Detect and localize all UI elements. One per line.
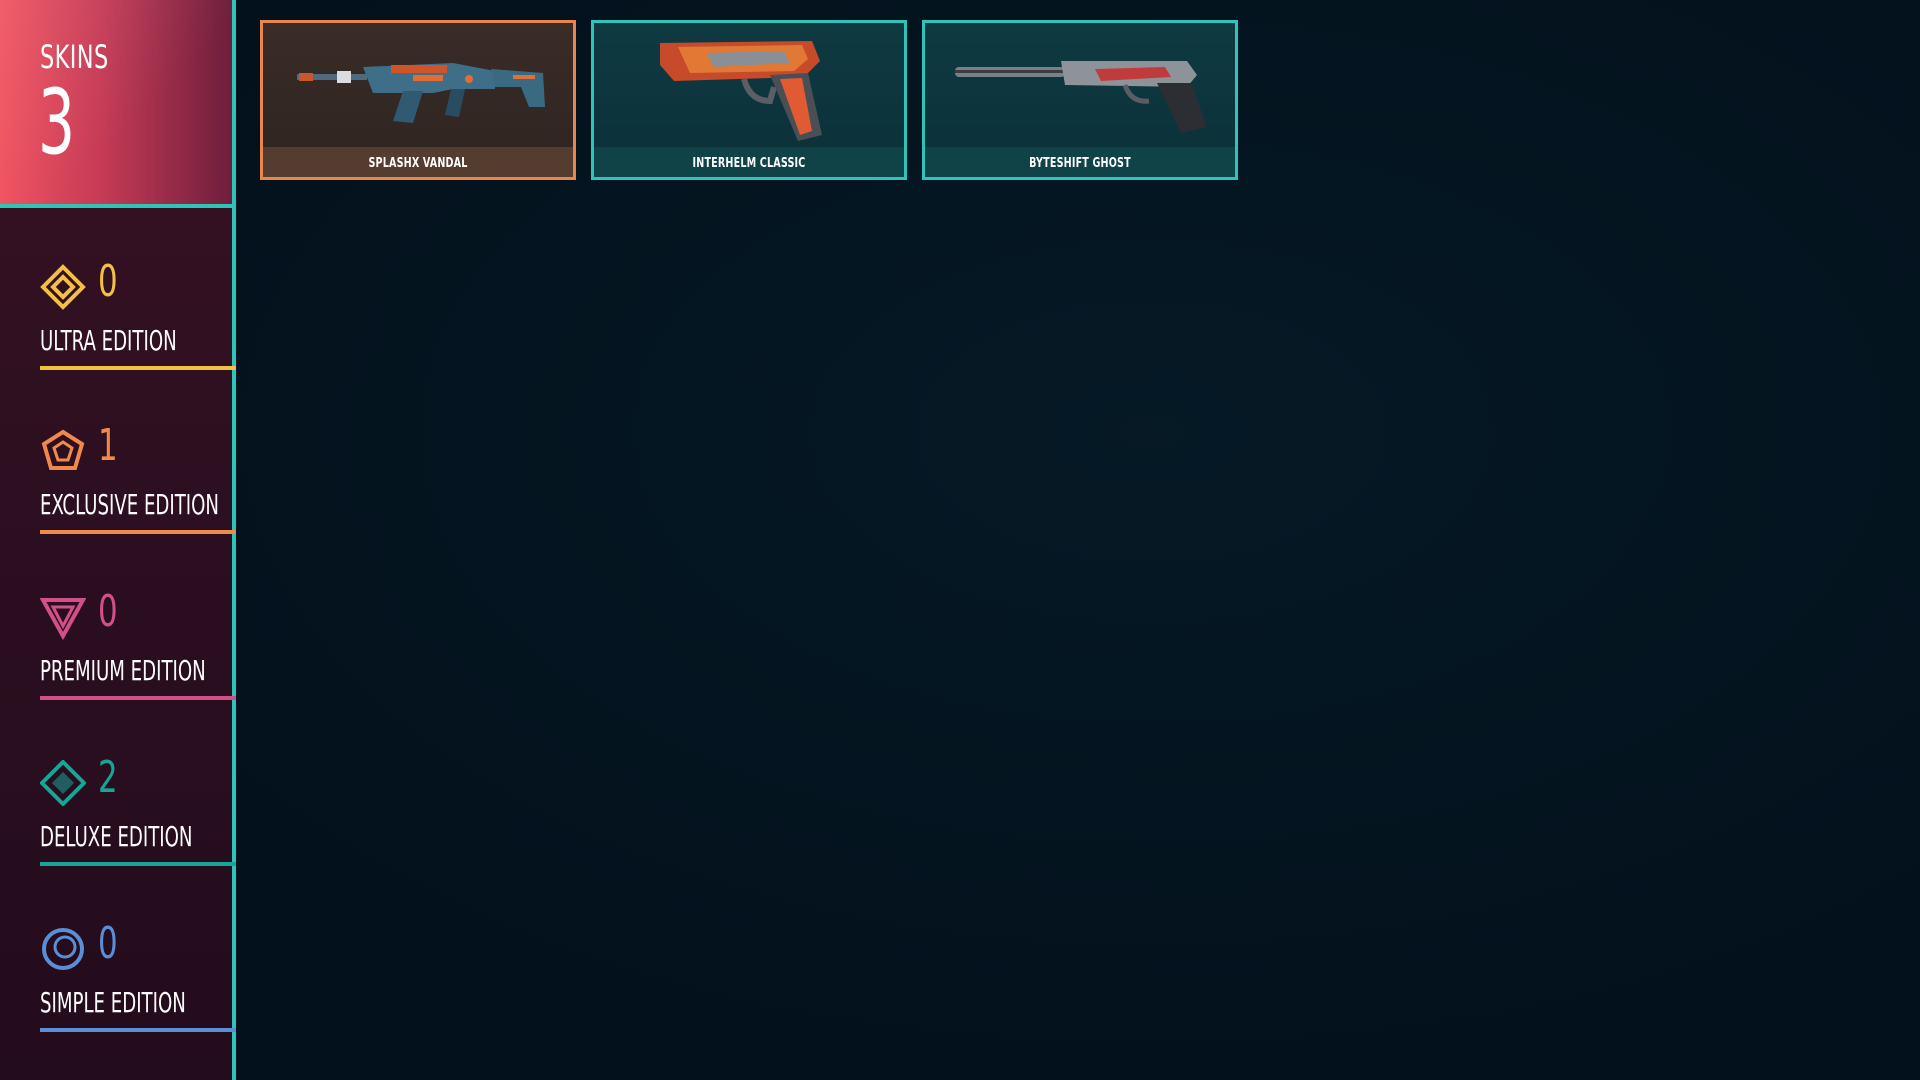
exclusive-edition-count: 1 [98, 420, 118, 471]
exclusive-edition-icon [41, 429, 85, 470]
skins-summary-header: SKINS 3 [0, 0, 232, 208]
simple-edition-label: SIMPLE EDITION [40, 986, 186, 1019]
skin-card-splashx-vandal[interactable]: SPLASHX VANDAL [260, 20, 576, 180]
premium-edition-filter[interactable]: 0 PREMIUM EDITION [40, 590, 236, 714]
ultra-edition-underline [40, 366, 236, 370]
skins-count: 3 [38, 70, 76, 175]
deluxe-edition-underline [40, 862, 236, 866]
exclusive-edition-label: EXCLUSIVE EDITION [40, 488, 219, 521]
ultra-edition-icon [40, 264, 86, 310]
vandal-rifle-icon [297, 63, 545, 123]
skin-card-interhelm-classic[interactable]: INTERHELM CLASSIC [591, 20, 907, 180]
skin-name: SPLASHX VANDAL [368, 156, 468, 171]
simple-edition-underline [40, 1028, 236, 1032]
premium-edition-label: PREMIUM EDITION [40, 654, 206, 687]
ultra-edition-label: ULTRA EDITION [40, 324, 177, 357]
ultra-edition-filter[interactable]: 0 ULTRA EDITION [40, 260, 236, 384]
premium-edition-underline [40, 696, 236, 700]
deluxe-edition-label: DELUXE EDITION [40, 820, 193, 853]
ultra-edition-count: 0 [98, 256, 118, 307]
deluxe-edition-icon [40, 760, 86, 806]
exclusive-edition-underline [40, 530, 236, 534]
deluxe-edition-count: 2 [98, 752, 118, 803]
exclusive-edition-filter[interactable]: 1 EXCLUSIVE EDITION [40, 424, 236, 548]
edition-sidebar: SKINS 3 0 ULTRA EDITION 1 EXCLUSIVE EDIT… [0, 0, 236, 1080]
collection-screen: SKINS 3 0 ULTRA EDITION 1 EXCLUSIVE EDIT… [0, 0, 1920, 1080]
deluxe-edition-filter[interactable]: 2 DELUXE EDITION [40, 756, 236, 880]
skin-name: INTERHELM CLASSIC [692, 156, 806, 171]
premium-edition-icon [40, 598, 86, 640]
classic-pistol-icon [660, 41, 822, 141]
simple-edition-filter[interactable]: 0 SIMPLE EDITION [40, 922, 236, 1046]
ghost-pistol-icon [955, 61, 1207, 133]
skin-card-byteshift-ghost[interactable]: BYTESHIFT GHOST [922, 20, 1238, 180]
premium-edition-count: 0 [98, 586, 118, 637]
simple-edition-icon [42, 928, 84, 970]
simple-edition-count: 0 [98, 918, 118, 969]
skin-name: BYTESHIFT GHOST [1029, 156, 1131, 171]
